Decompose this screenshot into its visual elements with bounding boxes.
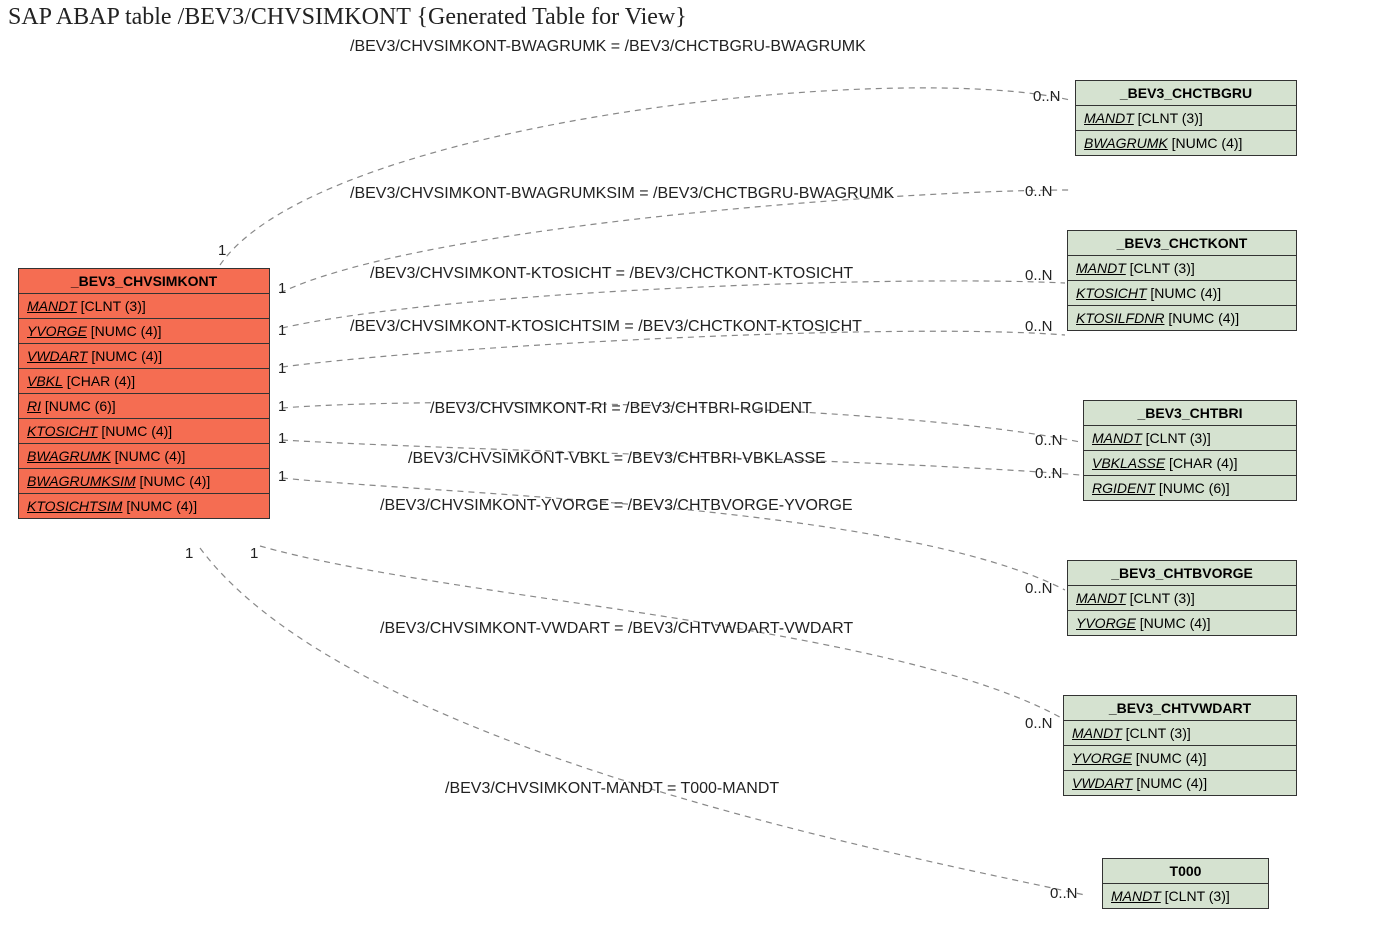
table-row: KTOSICHT [NUMC (4)] [19,419,269,444]
source-table-name: _BEV3_CHVSIMKONT [19,269,269,294]
cardinality-many: 0..N [1025,183,1053,200]
target-table-name: T000 [1103,859,1268,884]
table-row: MANDT [CLNT (3)] [1064,721,1296,746]
table-row: VBKLASSE [CHAR (4)] [1084,451,1296,476]
cardinality-many: 0..N [1035,465,1063,482]
cardinality-many: 0..N [1025,318,1053,335]
relation-label: /BEV3/CHVSIMKONT-BWAGRUMK = /BEV3/CHCTBG… [350,38,866,56]
target-table-chtvwdart: _BEV3_CHTVWDART MANDT [CLNT (3)] YVORGE … [1063,695,1297,796]
table-row: KTOSICHTSIM [NUMC (4)] [19,494,269,518]
cardinality-one: 1 [218,242,226,259]
table-row: MANDT [CLNT (3)] [1068,586,1296,611]
table-row: KTOSICHT [NUMC (4)] [1068,281,1296,306]
relation-label: /BEV3/CHVSIMKONT-BWAGRUMKSIM = /BEV3/CHC… [350,185,894,203]
target-table-chtbri: _BEV3_CHTBRI MANDT [CLNT (3)] VBKLASSE [… [1083,400,1297,501]
cardinality-one: 1 [278,430,286,447]
target-table-name: _BEV3_CHTVWDART [1064,696,1296,721]
table-row: MANDT [CLNT (3)] [1076,106,1296,131]
table-row: RI [NUMC (6)] [19,394,269,419]
source-table: _BEV3_CHVSIMKONT MANDT [CLNT (3)] YVORGE… [18,268,270,519]
table-row: KTOSILFDNR [NUMC (4)] [1068,306,1296,330]
table-row: RGIDENT [NUMC (6)] [1084,476,1296,500]
table-row: YVORGE [NUMC (4)] [19,319,269,344]
cardinality-many: 0..N [1025,267,1053,284]
target-table-name: _BEV3_CHTBVORGE [1068,561,1296,586]
cardinality-one: 1 [278,360,286,377]
cardinality-one: 1 [278,280,286,297]
cardinality-one: 1 [185,545,193,562]
cardinality-many: 0..N [1025,715,1053,732]
cardinality-one: 1 [278,398,286,415]
page-title: SAP ABAP table /BEV3/CHVSIMKONT {Generat… [8,4,687,31]
cardinality-many: 0..N [1050,885,1078,902]
relation-label: /BEV3/CHVSIMKONT-KTOSICHTSIM = /BEV3/CHC… [350,318,862,336]
cardinality-many: 0..N [1035,432,1063,449]
table-row: BWAGRUMK [NUMC (4)] [19,444,269,469]
table-row: MANDT [CLNT (3)] [1084,426,1296,451]
cardinality-one: 1 [278,468,286,485]
relation-label: /BEV3/CHVSIMKONT-VWDART = /BEV3/CHTVWDAR… [380,620,853,638]
table-row: VWDART [NUMC (4)] [19,344,269,369]
table-row: VBKL [CHAR (4)] [19,369,269,394]
table-row: YVORGE [NUMC (4)] [1064,746,1296,771]
cardinality-many: 0..N [1033,88,1061,105]
table-row: MANDT [CLNT (3)] [1068,256,1296,281]
target-table-chctkont: _BEV3_CHCTKONT MANDT [CLNT (3)] KTOSICHT… [1067,230,1297,331]
target-table-t000: T000 MANDT [CLNT (3)] [1102,858,1269,909]
cardinality-one: 1 [278,322,286,339]
relation-label: /BEV3/CHVSIMKONT-MANDT = T000-MANDT [445,780,779,798]
table-row: VWDART [NUMC (4)] [1064,771,1296,795]
table-row: YVORGE [NUMC (4)] [1068,611,1296,635]
table-row: MANDT [CLNT (3)] [19,294,269,319]
target-table-name: _BEV3_CHCTKONT [1068,231,1296,256]
table-row: BWAGRUMK [NUMC (4)] [1076,131,1296,155]
table-row: MANDT [CLNT (3)] [1103,884,1268,908]
target-table-name: _BEV3_CHTBRI [1084,401,1296,426]
target-table-name: _BEV3_CHCTBGRU [1076,81,1296,106]
table-row: BWAGRUMKSIM [NUMC (4)] [19,469,269,494]
relation-label: /BEV3/CHVSIMKONT-RI = /BEV3/CHTBRI-RGIDE… [430,400,812,418]
target-table-chctbgru: _BEV3_CHCTBGRU MANDT [CLNT (3)] BWAGRUMK… [1075,80,1297,156]
relation-label: /BEV3/CHVSIMKONT-KTOSICHT = /BEV3/CHCTKO… [370,265,853,283]
cardinality-many: 0..N [1025,580,1053,597]
target-table-chtbvorge: _BEV3_CHTBVORGE MANDT [CLNT (3)] YVORGE … [1067,560,1297,636]
cardinality-one: 1 [250,545,258,562]
relation-label: /BEV3/CHVSIMKONT-VBKL = /BEV3/CHTBRI-VBK… [408,450,826,468]
relation-label: /BEV3/CHVSIMKONT-YVORGE = /BEV3/CHTBVORG… [380,497,853,515]
